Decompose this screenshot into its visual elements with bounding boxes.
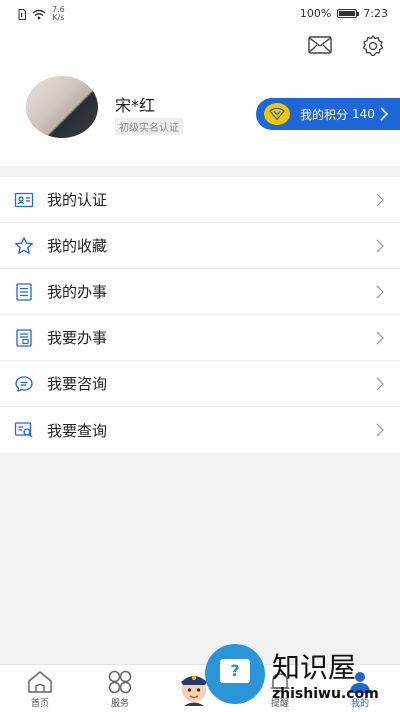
chevron-right-icon [376, 423, 384, 437]
chevron-right-icon [380, 107, 389, 121]
verification-badge: 初级实名认证 [115, 118, 183, 135]
avatar[interactable] [26, 76, 98, 138]
tab-label: 服务 [110, 699, 129, 709]
gear-icon[interactable] [361, 34, 385, 58]
menu-item-label: 我的认证 [47, 191, 108, 209]
star-icon [15, 236, 33, 254]
menu-item-label: 我的办事 [47, 283, 108, 301]
chevron-right-icon [376, 239, 384, 253]
sim-icon [18, 8, 26, 20]
menu-item-query[interactable]: 我要查询 [0, 407, 400, 453]
tab-service[interactable]: 服务 [90, 669, 150, 709]
points-value: 140 [352, 107, 375, 121]
points-label: 我的积分 [300, 107, 349, 122]
list-icon [16, 282, 32, 301]
user-name: 宋*红 [115, 96, 156, 115]
coin-icon [264, 103, 290, 125]
watermark-title: 知识屋 [272, 651, 357, 684]
menu-item-my-favorites[interactable]: 我的收藏 [0, 223, 400, 269]
search-doc-icon [14, 422, 33, 438]
watermark-logo: ? 知识屋 zhishiwu.com [200, 642, 400, 711]
battery-percent: 100% [299, 7, 332, 20]
net-speed: 7.6 K/s [52, 6, 65, 22]
menu-item-do-affairs[interactable]: 我要办事 [0, 315, 400, 361]
status-bar: 7.6 K/s 100% 7:23 [0, 0, 400, 28]
battery-fill [339, 11, 356, 16]
menu-item-label: 我要办事 [47, 329, 108, 347]
menu-item-my-affairs[interactable]: 我的办事 [0, 269, 400, 315]
points-button[interactable]: 我的积分 140 [256, 98, 400, 130]
wifi-icon [32, 9, 46, 19]
menu-list: 我的认证 我的收藏 我的办事 我要办事 我要咨询 我要查询 [0, 177, 400, 453]
grid-icon [108, 670, 132, 694]
id-card-icon [14, 192, 34, 207]
clock: 7:23 [363, 7, 388, 20]
battery-icon [337, 9, 360, 18]
chevron-right-icon [376, 377, 384, 391]
mail-icon[interactable] [308, 36, 332, 54]
watermark-url: zhishiwu.com [272, 686, 379, 702]
tab-label: 首页 [30, 699, 49, 709]
menu-item-consult[interactable]: 我要咨询 [0, 361, 400, 407]
status-left: 7.6 K/s [18, 6, 65, 22]
profile-header: 宋*红 初级实名认证 我的积分 140 [0, 28, 400, 166]
chevron-right-icon [376, 193, 384, 207]
menu-item-label: 我要咨询 [47, 375, 108, 393]
menu-item-label: 我要查询 [47, 421, 108, 440]
chevron-right-icon [376, 285, 384, 299]
home-icon [28, 671, 52, 693]
net-speed-unit: K/s [52, 13, 65, 22]
menu-item-label: 我的收藏 [47, 237, 108, 255]
status-right: 100% 7:23 [300, 7, 388, 20]
chevron-right-icon [376, 331, 384, 345]
form-icon [16, 328, 32, 347]
tab-home[interactable]: 首页 [10, 669, 70, 709]
question-monitor-icon: ? [220, 659, 250, 683]
chat-icon [15, 375, 33, 392]
menu-item-my-certification[interactable]: 我的认证 [0, 177, 400, 223]
